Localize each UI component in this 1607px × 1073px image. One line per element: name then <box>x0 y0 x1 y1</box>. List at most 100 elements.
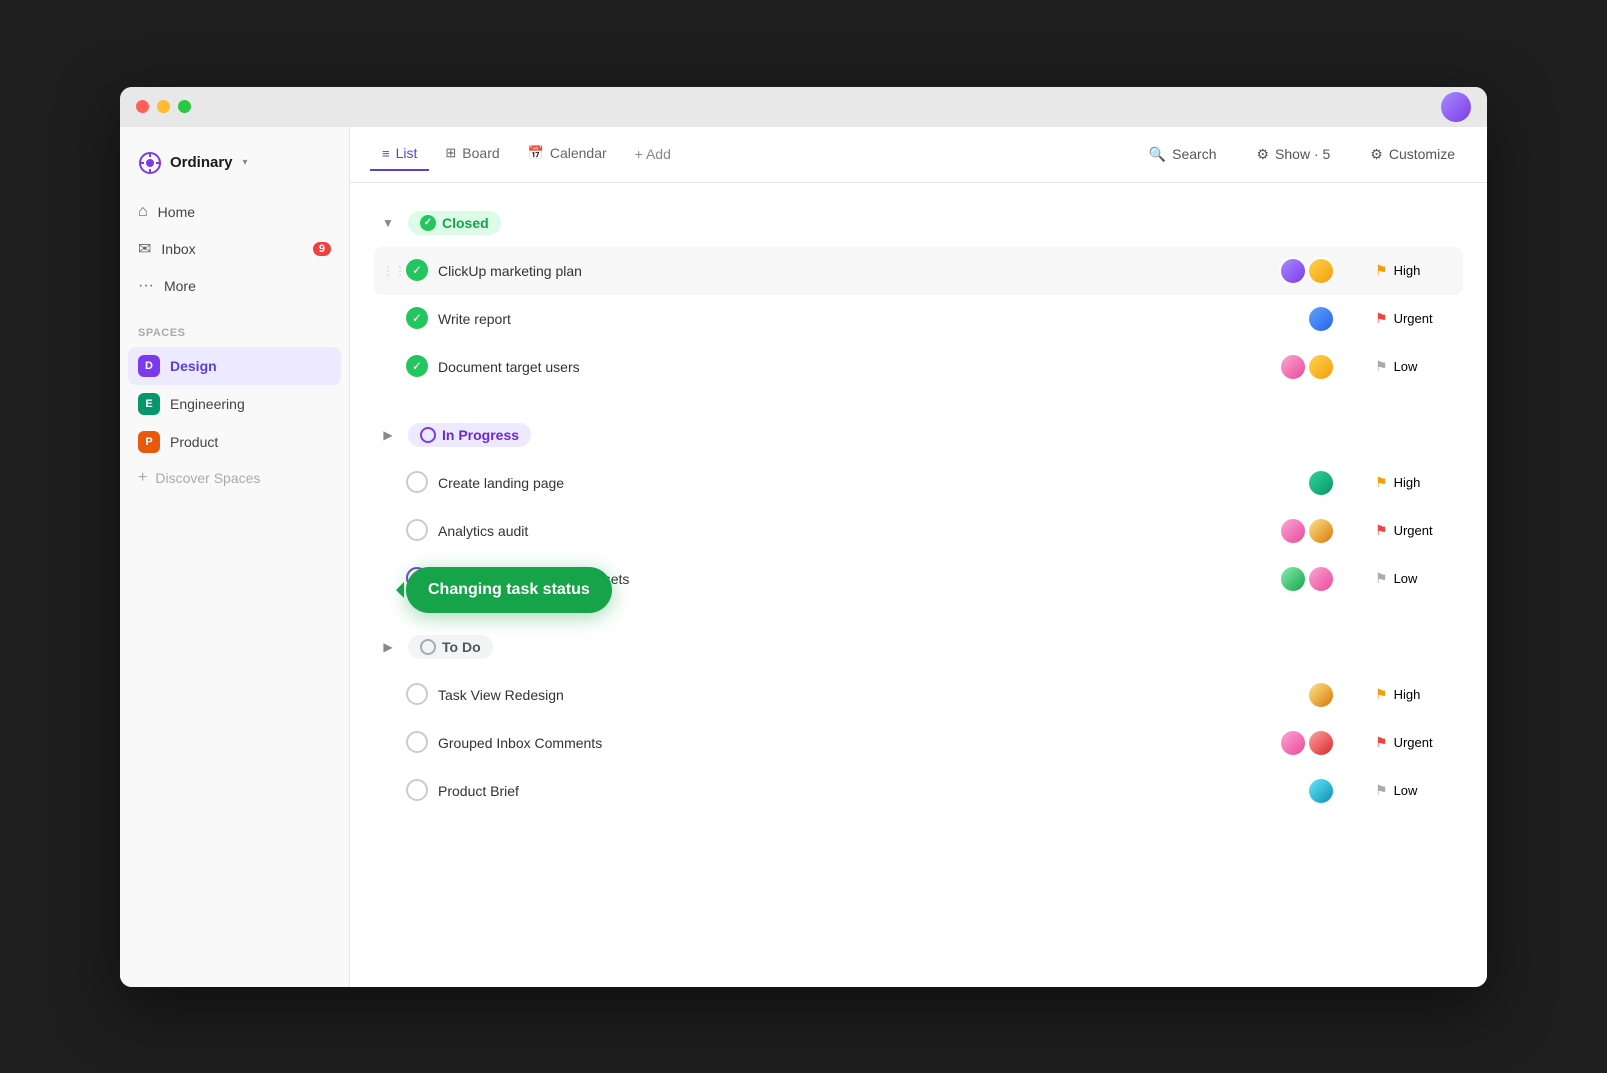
table-row[interactable]: Analytics audit ⚑ Urgent <box>374 507 1463 555</box>
brand-chevron-icon: ▾ <box>243 157 248 168</box>
table-row[interactable]: Create landing page ⚑ High <box>374 459 1463 507</box>
discover-spaces-label: Discover Spaces <box>155 470 260 486</box>
close-button[interactable] <box>136 100 149 113</box>
task-checkbox[interactable]: ✓ <box>406 307 430 331</box>
maximize-button[interactable] <box>178 100 191 113</box>
sidebar-item-design[interactable]: D Design <box>128 347 341 385</box>
avatar <box>1307 353 1335 381</box>
task-assignees <box>1307 777 1335 805</box>
priority-label: High <box>1394 687 1421 702</box>
todo-badge[interactable]: To Do <box>408 635 493 659</box>
tab-board[interactable]: ⊞ Board <box>433 137 511 171</box>
section-chevron-progress[interactable]: ▶ <box>378 425 398 445</box>
check-done-icon: ✓ <box>406 259 428 281</box>
sidebar-inbox-label: Inbox <box>161 241 195 257</box>
app-window: Ordinary ▾ ⌂ Home ✉ Inbox 9 ··· More <box>120 87 1487 987</box>
closed-badge[interactable]: ✓ Closed <box>408 211 501 235</box>
priority-badge: ⚑ Urgent <box>1375 522 1455 539</box>
tab-list[interactable]: ≡ List <box>370 137 429 171</box>
check-todo-icon <box>406 779 428 801</box>
engineering-space-label: Engineering <box>170 396 245 412</box>
table-row[interactable]: Product Brief ⚑ Low <box>374 767 1463 815</box>
priority-label: Urgent <box>1394 523 1433 538</box>
design-space-label: Design <box>170 358 217 374</box>
app-body: Ordinary ▾ ⌂ Home ✉ Inbox 9 ··· More <box>120 127 1487 987</box>
table-row[interactable]: Spring campaign image assets ⚑ Low Chang… <box>374 555 1463 603</box>
section-chevron-todo[interactable]: ▶ <box>378 637 398 657</box>
task-name: Task View Redesign <box>438 687 1307 703</box>
task-checkbox[interactable] <box>406 471 430 495</box>
brand-button[interactable]: Ordinary ▾ <box>128 143 341 183</box>
customize-button[interactable]: ⚙ Customize <box>1358 140 1467 169</box>
task-assignees <box>1279 565 1335 593</box>
board-tab-icon: ⊞ <box>445 145 456 161</box>
calendar-tab-label: Calendar <box>550 145 607 161</box>
table-row[interactable]: ⋮⋮ ✓ ClickUp marketing plan ⚑ High <box>374 247 1463 295</box>
task-checkbox[interactable]: ✓ <box>406 259 430 283</box>
task-list-content: ▼ ✓ Closed ⋮⋮ ✓ ClickUp marketing plan <box>350 183 1487 987</box>
task-assignees <box>1279 517 1335 545</box>
tab-calendar[interactable]: 📅 Calendar <box>516 137 619 171</box>
flag-icon: ⚑ <box>1375 570 1388 587</box>
in-progress-label: In Progress <box>442 427 519 443</box>
priority-label: Low <box>1394 571 1418 586</box>
sidebar-item-product[interactable]: P Product <box>128 423 341 461</box>
brand-name: Ordinary <box>170 154 233 171</box>
sidebar-item-more[interactable]: ··· More <box>128 269 341 303</box>
task-name: Document target users <box>438 359 1279 375</box>
flag-icon: ⚑ <box>1375 310 1388 327</box>
search-button[interactable]: 🔍 Search <box>1137 140 1229 169</box>
search-icon: 🔍 <box>1149 146 1166 163</box>
spaces-label: Spaces <box>128 323 341 343</box>
task-checkbox[interactable] <box>406 519 430 543</box>
avatar <box>1307 469 1335 497</box>
section-header-in-progress: ▶ In Progress <box>374 415 1463 455</box>
home-icon: ⌂ <box>138 203 148 221</box>
avatar <box>1279 257 1307 285</box>
sidebar-item-home[interactable]: ⌂ Home <box>128 195 341 229</box>
section-header-todo: ▶ To Do <box>374 627 1463 667</box>
customize-label: Customize <box>1389 146 1455 162</box>
minimize-button[interactable] <box>157 100 170 113</box>
check-todo-icon <box>406 683 428 705</box>
changing-task-status-tooltip: Changing task status <box>406 567 612 613</box>
add-view-button[interactable]: + Add <box>623 138 683 170</box>
add-view-label: + Add <box>635 146 671 162</box>
show-button[interactable]: ⚙ Show · 5 <box>1244 140 1342 169</box>
user-avatar[interactable] <box>1441 92 1471 122</box>
flag-icon: ⚑ <box>1375 734 1388 751</box>
show-label: Show · 5 <box>1275 146 1330 162</box>
task-assignees <box>1279 257 1335 285</box>
product-space-label: Product <box>170 434 218 450</box>
table-row[interactable]: Grouped Inbox Comments ⚑ Urgent <box>374 719 1463 767</box>
sidebar-item-engineering[interactable]: E Engineering <box>128 385 341 423</box>
toolbar: ≡ List ⊞ Board 📅 Calendar + Add <box>350 127 1487 183</box>
section-chevron-closed[interactable]: ▼ <box>378 213 398 233</box>
table-row[interactable]: ✓ Document target users ⚑ Low <box>374 343 1463 391</box>
in-progress-badge[interactable]: In Progress <box>408 423 531 447</box>
priority-label: Urgent <box>1394 311 1433 326</box>
check-todo-icon <box>406 519 428 541</box>
task-checkbox[interactable] <box>406 779 430 803</box>
toolbar-tabs: ≡ List ⊞ Board 📅 Calendar + Add <box>370 137 1137 171</box>
sidebar-item-inbox[interactable]: ✉ Inbox 9 <box>128 231 341 267</box>
table-row[interactable]: Task View Redesign ⚑ High <box>374 671 1463 719</box>
task-checkbox[interactable] <box>406 731 430 755</box>
priority-label: High <box>1394 475 1421 490</box>
task-checkbox[interactable]: ✓ <box>406 355 430 379</box>
priority-badge: ⚑ Urgent <box>1375 310 1455 327</box>
check-done-icon: ✓ <box>406 307 428 329</box>
avatar <box>1307 681 1335 709</box>
more-icon: ··· <box>138 277 154 295</box>
discover-spaces-button[interactable]: + Discover Spaces <box>128 461 341 495</box>
brand-logo-icon <box>138 151 162 175</box>
flag-icon: ⚑ <box>1375 522 1388 539</box>
sidebar-home-label: Home <box>158 204 195 220</box>
inbox-badge: 9 <box>313 242 331 256</box>
sidebar-nav: ⌂ Home ✉ Inbox 9 ··· More <box>128 195 341 303</box>
task-checkbox[interactable] <box>406 683 430 707</box>
closed-status-icon: ✓ <box>420 215 436 231</box>
table-row[interactable]: ✓ Write report ⚑ Urgent <box>374 295 1463 343</box>
task-assignees <box>1307 305 1335 333</box>
priority-badge: ⚑ Low <box>1375 358 1455 375</box>
